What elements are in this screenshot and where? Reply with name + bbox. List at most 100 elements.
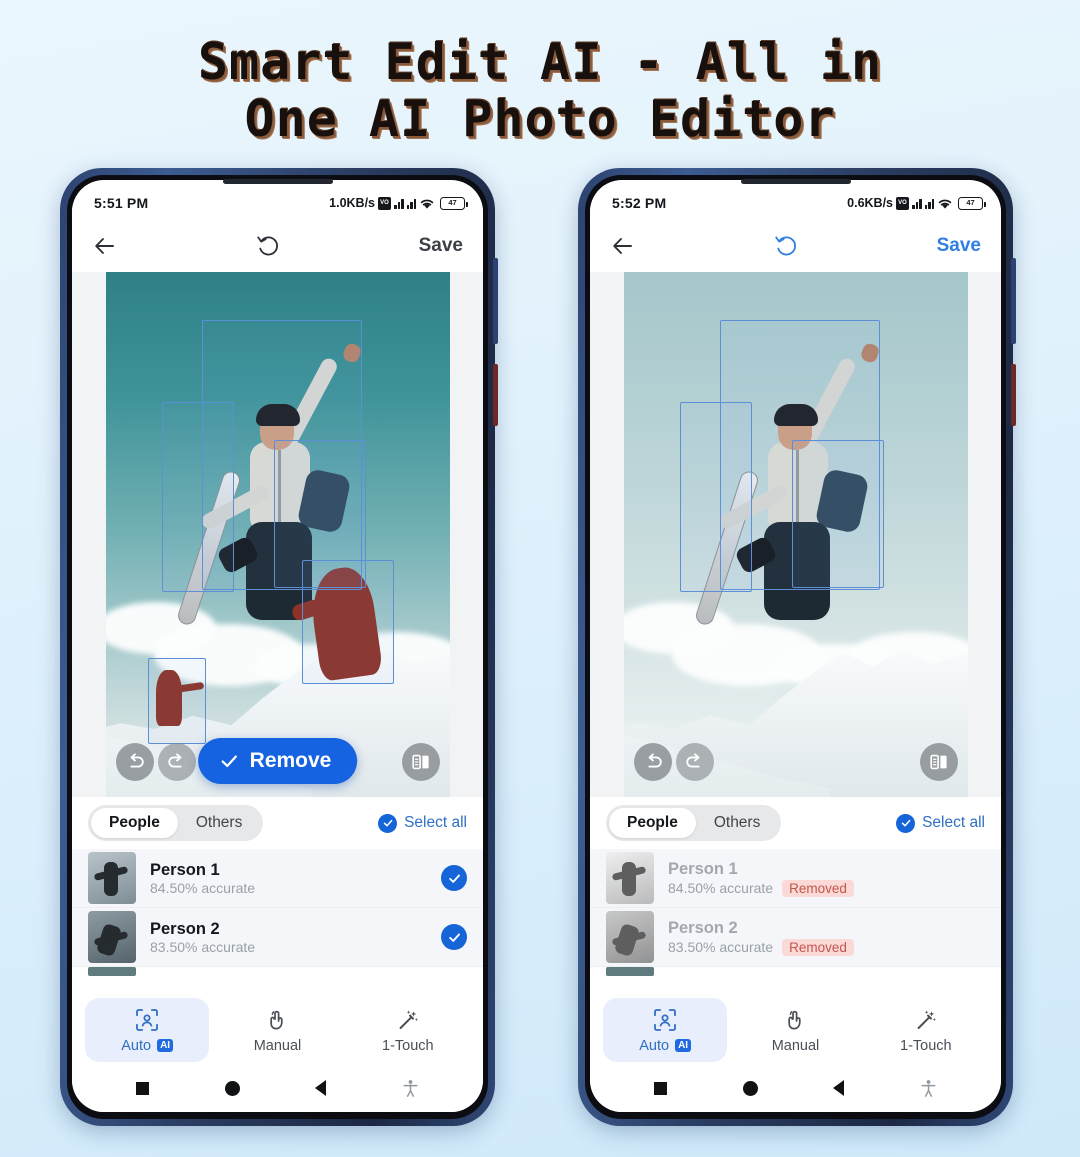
status-icons: 1.0KB/s VO 47	[329, 196, 468, 210]
home-circle-icon[interactable]	[742, 1080, 758, 1096]
select-all-checkbox-icon	[896, 813, 916, 833]
edited-photo[interactable]: Remove	[105, 272, 450, 797]
tool-manual-label: Manual	[253, 1037, 302, 1054]
segmented-control: People Others	[606, 805, 782, 841]
select-all-label: Select all	[404, 814, 467, 831]
app-top-bar: Save	[590, 220, 1001, 272]
select-all-button[interactable]: Select all	[896, 813, 985, 833]
photo-canvas-after[interactable]	[590, 272, 1001, 797]
wifi-icon	[420, 199, 434, 209]
back-triangle-icon[interactable]	[315, 1080, 327, 1096]
detection-box[interactable]	[791, 440, 884, 588]
detection-box[interactable]	[679, 402, 752, 592]
reset-icon[interactable]	[773, 233, 799, 259]
volume-button[interactable]	[1011, 258, 1016, 344]
phone-mockup-before: 5:51 PM 1.0KB/s VO 47 Save Remove People…	[60, 168, 498, 1126]
status-bar: 5:52 PM 0.6KB/s VO 47	[590, 186, 1001, 220]
home-circle-icon[interactable]	[224, 1080, 240, 1096]
power-button[interactable]	[493, 364, 498, 426]
undo-button[interactable]	[633, 743, 672, 781]
hand-tap-icon	[788, 1010, 802, 1029]
wifi-icon	[938, 199, 952, 209]
detected-people-list[interactable]: Person 1 84.50% accurate Person 2 83.50%…	[72, 849, 483, 992]
phone-screen-after: 5:52 PM 0.6KB/s VO 47 Save People Others…	[590, 180, 1001, 1112]
tool-auto[interactable]: Auto AI	[603, 998, 728, 1062]
tool-manual[interactable]: Manual	[733, 998, 857, 1062]
recents-square-icon[interactable]	[135, 1081, 149, 1095]
check-icon	[448, 874, 460, 883]
undo-button[interactable]	[115, 743, 154, 781]
detection-box[interactable]	[147, 658, 206, 744]
ai-badge: AI	[675, 1038, 692, 1053]
signal-bars-sim1-icon	[394, 197, 404, 209]
person-checkbox[interactable]	[441, 865, 467, 891]
person-name: Person 2	[668, 919, 738, 938]
person-thumbnail-partial	[88, 967, 136, 976]
compare-button[interactable]	[919, 743, 958, 781]
arrow-left-icon[interactable]	[610, 233, 636, 259]
person-info: Person 2 83.50% accurate	[150, 919, 441, 956]
tab-others[interactable]: Others	[696, 808, 779, 838]
list-item[interactable]	[590, 967, 1001, 981]
table-row[interactable]: Person 2 83.50% accurate	[72, 908, 483, 967]
phone-bezel: 5:51 PM 1.0KB/s VO 47 Save Remove People…	[67, 175, 488, 1119]
volte-icon: VO	[378, 196, 391, 210]
person-accuracy-row: 84.50% accurate Removed	[668, 879, 985, 897]
tab-people[interactable]: People	[91, 808, 178, 838]
network-speed: 1.0KB/s	[329, 196, 375, 210]
volume-button[interactable]	[493, 258, 498, 344]
detection-box[interactable]	[301, 560, 394, 684]
remove-button[interactable]: Remove	[197, 738, 358, 784]
status-icons: 0.6KB/s VO 47	[847, 196, 986, 210]
table-row[interactable]: Person 1 84.50% accurate Removed	[590, 849, 1001, 908]
signal-bars-sim2-icon	[406, 197, 416, 209]
filter-tabs-row: People Others Select all	[590, 797, 1001, 849]
signal-bars-sim1-icon	[912, 197, 922, 209]
earpiece-speaker	[222, 179, 333, 184]
select-all-label: Select all	[922, 814, 985, 831]
detected-people-list[interactable]: Person 1 84.50% accurate Removed Person …	[590, 849, 1001, 992]
tool-auto[interactable]: Auto AI	[85, 998, 210, 1062]
status-bar: 5:51 PM 1.0KB/s VO 47	[72, 186, 483, 220]
person-accuracy: 84.50% accurate	[150, 880, 256, 897]
accessibility-icon[interactable]	[920, 1079, 937, 1098]
tool-manual[interactable]: Manual	[215, 998, 339, 1062]
reset-icon[interactable]	[255, 233, 281, 259]
table-row[interactable]: Person 1 84.50% accurate	[72, 849, 483, 908]
select-all-button[interactable]: Select all	[378, 813, 467, 833]
save-button[interactable]: Save	[937, 235, 981, 257]
undo-icon	[647, 753, 662, 768]
edited-photo[interactable]	[623, 272, 968, 797]
tool-1-touch-label-row: 1-Touch	[382, 1038, 434, 1054]
redo-button[interactable]	[675, 743, 714, 781]
arrow-left-icon[interactable]	[92, 233, 118, 259]
app-top-bar: Save	[72, 220, 483, 272]
tab-others[interactable]: Others	[178, 808, 261, 838]
person-accuracy: 84.50% accurate	[668, 880, 774, 897]
tool-auto-label: Auto	[121, 1037, 152, 1054]
accessibility-icon[interactable]	[402, 1079, 419, 1098]
tab-people[interactable]: People	[609, 808, 696, 838]
phone-bezel: 5:52 PM 0.6KB/s VO 47 Save People Others…	[585, 175, 1006, 1119]
tool-auto-label: Auto	[639, 1037, 670, 1054]
person-checkbox[interactable]	[441, 924, 467, 950]
filter-tabs-row: People Others Select all	[72, 797, 483, 849]
network-speed: 0.6KB/s	[847, 196, 893, 210]
tool-1-touch[interactable]: 1-Touch	[864, 998, 988, 1062]
detection-box[interactable]	[161, 402, 234, 592]
redo-button[interactable]	[157, 743, 196, 781]
status-time: 5:51 PM	[94, 195, 149, 211]
page-title-line2: One AI Photo Editor	[244, 90, 836, 148]
table-row[interactable]: Person 2 83.50% accurate Removed	[590, 908, 1001, 967]
list-item[interactable]	[72, 967, 483, 981]
tool-manual-label-row: Manual	[772, 1038, 820, 1054]
person-accuracy-row: 83.50% accurate Removed	[668, 938, 985, 956]
back-triangle-icon[interactable]	[833, 1080, 845, 1096]
tool-1-touch[interactable]: 1-Touch	[346, 998, 470, 1062]
power-button[interactable]	[1011, 364, 1016, 426]
photo-canvas-before[interactable]: Remove	[72, 272, 483, 797]
recents-square-icon[interactable]	[653, 1081, 667, 1095]
phone-mockup-after: 5:52 PM 0.6KB/s VO 47 Save People Others…	[578, 168, 1016, 1126]
compare-button[interactable]	[401, 743, 440, 781]
save-button[interactable]: Save	[419, 235, 463, 257]
